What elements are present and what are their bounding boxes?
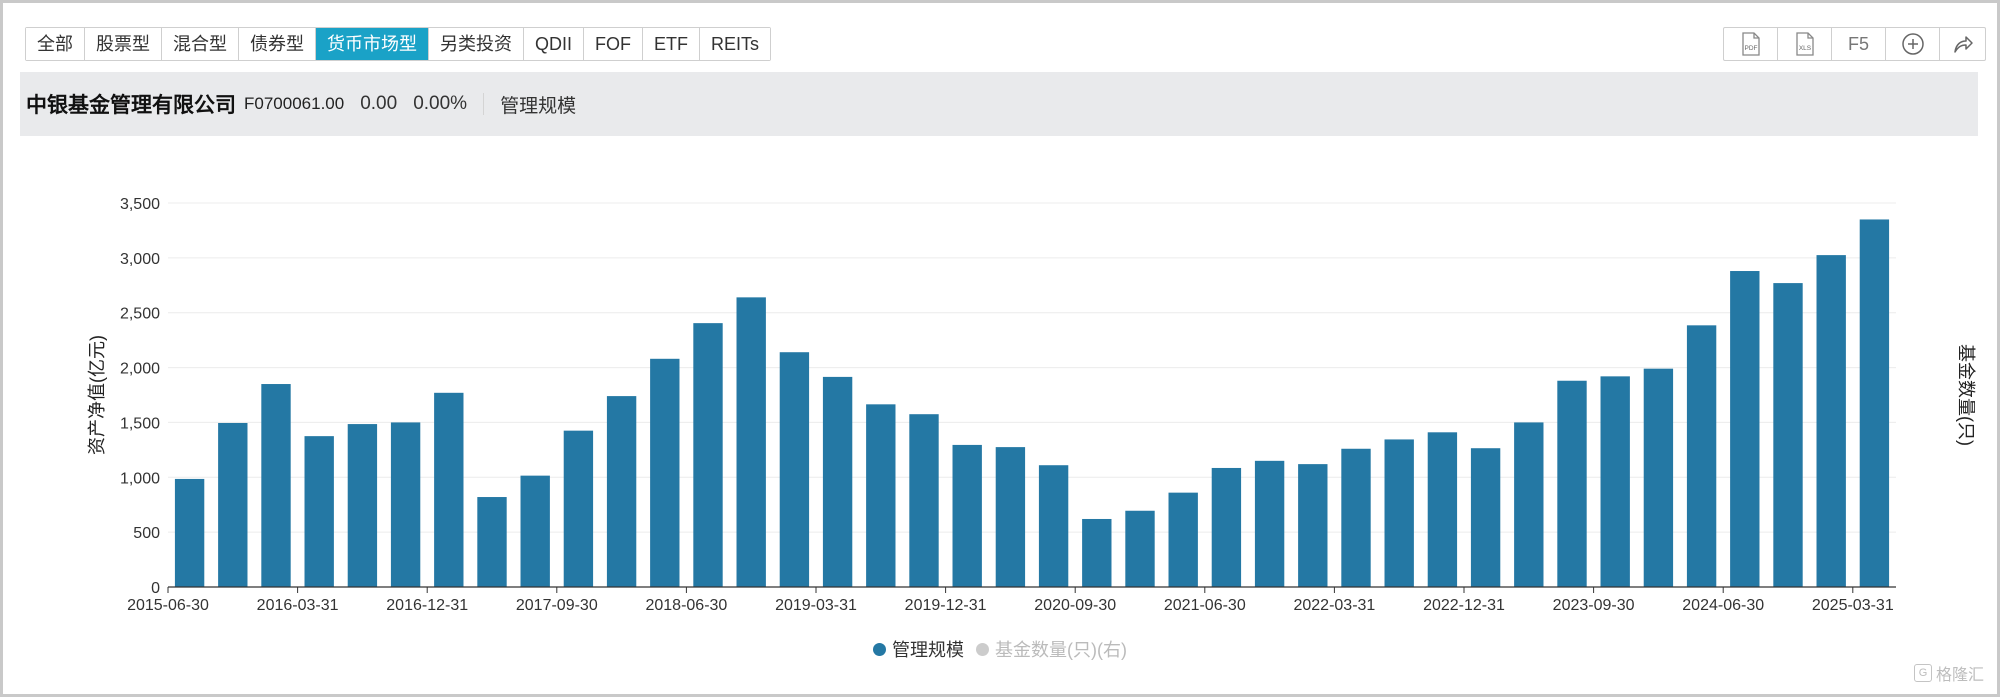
x-tick-label: 2022-03-31: [1293, 597, 1375, 614]
y-tick-label: 1,000: [120, 470, 160, 487]
watermark-logo: G 格隆汇: [1913, 661, 1984, 685]
y2-axis-label: 基金数量(只): [1956, 344, 1976, 446]
legend-label-fund-count: 基金数量(只)(右): [995, 640, 1127, 660]
y-tick-label: 3,500: [120, 196, 160, 213]
x-tick-label: 2022-12-31: [1423, 597, 1505, 614]
bar[interactable]: [1298, 464, 1328, 587]
legend-label-management-scale: 管理规模: [892, 640, 964, 660]
chart-legend: 管理规模 基金数量(只)(右): [0, 636, 2000, 662]
bar[interactable]: [909, 414, 939, 587]
bar[interactable]: [1211, 467, 1242, 587]
x-tick-label: 2021-06-30: [1164, 597, 1246, 614]
y-axis-label: 资产净值(亿元): [87, 335, 107, 455]
bar[interactable]: [218, 422, 248, 587]
bar[interactable]: [563, 430, 594, 587]
bar[interactable]: [1816, 255, 1846, 587]
y-tick-label: 2,000: [120, 361, 160, 378]
bar[interactable]: [822, 376, 853, 587]
legend-item-management-scale[interactable]: 管理规模: [873, 636, 964, 662]
bar-chart: 0 500 1,000 1,500 2,000 2,500 3,000 3,500 2015-0…: [87, 196, 1976, 614]
legend-item-fund-count[interactable]: 基金数量(只)(右): [976, 636, 1127, 662]
bar[interactable]: [1643, 368, 1674, 587]
bar[interactable]: [1470, 448, 1501, 587]
bar[interactable]: [866, 404, 896, 587]
x-tick-label: 2019-03-31: [775, 597, 857, 614]
bar[interactable]: [520, 475, 550, 587]
x-tick-label: 2025-03-31: [1812, 597, 1894, 614]
legend-dot-fund-count: [976, 642, 989, 656]
bar[interactable]: [1859, 219, 1890, 587]
bar[interactable]: [477, 497, 507, 587]
bar[interactable]: [390, 422, 421, 587]
y-tick-label: 500: [133, 525, 160, 542]
bar[interactable]: [434, 392, 464, 587]
x-tick-label: 2024-06-30: [1682, 597, 1764, 614]
bar[interactable]: [1514, 422, 1544, 587]
bar[interactable]: [1082, 518, 1112, 587]
watermark-icon: G: [1913, 664, 1932, 682]
bar[interactable]: [1557, 380, 1587, 587]
bar[interactable]: [1730, 271, 1760, 587]
x-tick-label: 2015-06-30: [127, 597, 209, 614]
bar[interactable]: [736, 297, 766, 587]
watermark-text: 格隆汇: [1935, 667, 1984, 684]
bar[interactable]: [1384, 439, 1414, 587]
bar[interactable]: [779, 352, 810, 587]
x-tick-label: 2020-09-30: [1034, 597, 1116, 614]
bar[interactable]: [174, 478, 205, 587]
bar[interactable]: [1686, 325, 1717, 587]
y-tick-label: 2,500: [120, 306, 160, 323]
bar[interactable]: [606, 396, 637, 587]
y-tick-label: 3,000: [120, 251, 160, 268]
bar[interactable]: [1168, 492, 1198, 587]
bar[interactable]: [1038, 465, 1069, 587]
x-tick-label: 2019-12-31: [905, 597, 987, 614]
bar[interactable]: [1773, 283, 1803, 587]
bar[interactable]: [1427, 432, 1458, 587]
x-tick-label: 2023-09-30: [1553, 597, 1635, 614]
bar[interactable]: [693, 323, 723, 587]
bar[interactable]: [1125, 510, 1155, 587]
x-tick-label: 2016-12-31: [386, 597, 468, 614]
x-tick-label: 2018-06-30: [645, 597, 727, 614]
bar[interactable]: [1341, 448, 1371, 587]
bar[interactable]: [952, 444, 982, 587]
bar[interactable]: [261, 384, 291, 587]
x-tick-label: 2016-03-31: [257, 597, 339, 614]
bar[interactable]: [1600, 376, 1630, 587]
y-tick-label: 0: [151, 580, 160, 597]
bar[interactable]: [347, 424, 378, 587]
bar[interactable]: [304, 436, 334, 587]
bar[interactable]: [650, 358, 680, 587]
legend-dot-management-scale: [873, 642, 886, 656]
x-tick-label: 2017-09-30: [516, 597, 598, 614]
bar[interactable]: [1254, 460, 1285, 587]
y-tick-label: 1,500: [120, 415, 160, 432]
bar[interactable]: [995, 447, 1026, 587]
